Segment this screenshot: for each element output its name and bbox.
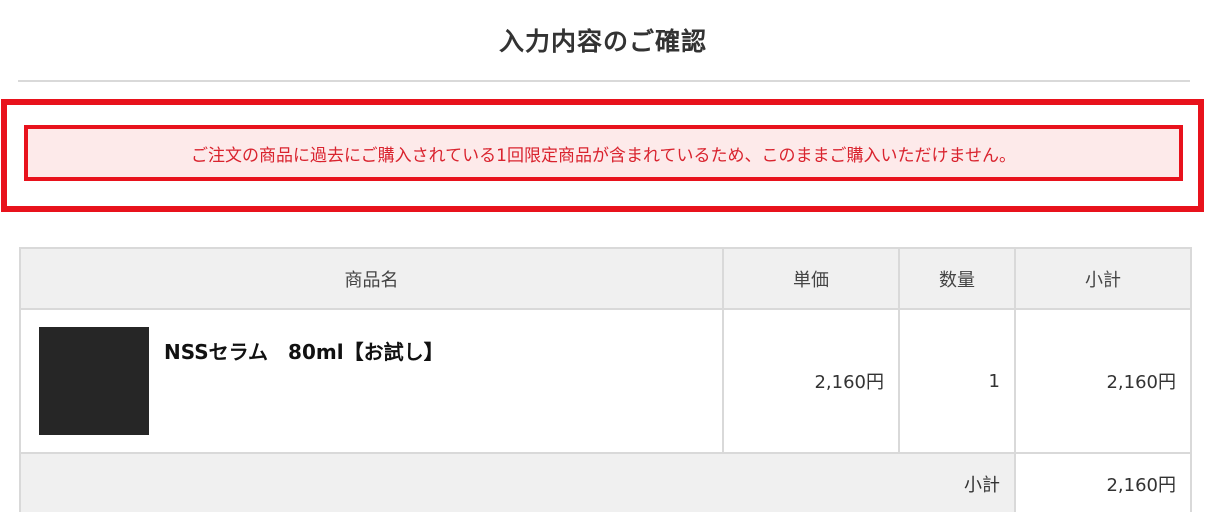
- table-footer-row: 小計 2,160円: [19, 452, 1192, 512]
- header-subtotal: 小計: [1014, 247, 1192, 310]
- order-confirmation-page: 入力内容のご確認 ご注文の商品に過去にご購入されている1回限定商品が含まれている…: [0, 0, 1206, 512]
- unit-price-cell: 2,160円: [722, 308, 900, 454]
- title-divider: [18, 80, 1190, 82]
- table-row: NSSセラム 80ml【お試し】 2,160円 1 2,160円: [19, 308, 1192, 454]
- product-cell: NSSセラム 80ml【お試し】: [19, 308, 724, 454]
- footer-subtotal-value: 2,160円: [1014, 452, 1192, 512]
- footer-subtotal-label: 小計: [19, 452, 1016, 512]
- header-unit-price: 単価: [722, 247, 900, 310]
- row-subtotal-cell: 2,160円: [1014, 308, 1192, 454]
- quantity-cell: 1: [898, 308, 1016, 454]
- header-product-name: 商品名: [19, 247, 724, 310]
- product-thumbnail[interactable]: [39, 327, 149, 435]
- header-quantity: 数量: [898, 247, 1016, 310]
- order-items-table: 商品名 単価 数量 小計 NSSセラム 80ml【お試し】 2,160円 1 2…: [19, 247, 1192, 512]
- product-name[interactable]: NSSセラム 80ml【お試し】: [164, 336, 444, 365]
- table-header-row: 商品名 単価 数量 小計: [19, 247, 1192, 310]
- error-alert: ご注文の商品に過去にご購入されている1回限定商品が含まれているため、このままご購…: [24, 125, 1183, 181]
- error-alert-message: ご注文の商品に過去にご購入されている1回限定商品が含まれているため、このままご購…: [191, 145, 1016, 166]
- error-alert-frame: ご注文の商品に過去にご購入されている1回限定商品が含まれているため、このままご購…: [1, 99, 1204, 212]
- page-title: 入力内容のご確認: [498, 27, 707, 56]
